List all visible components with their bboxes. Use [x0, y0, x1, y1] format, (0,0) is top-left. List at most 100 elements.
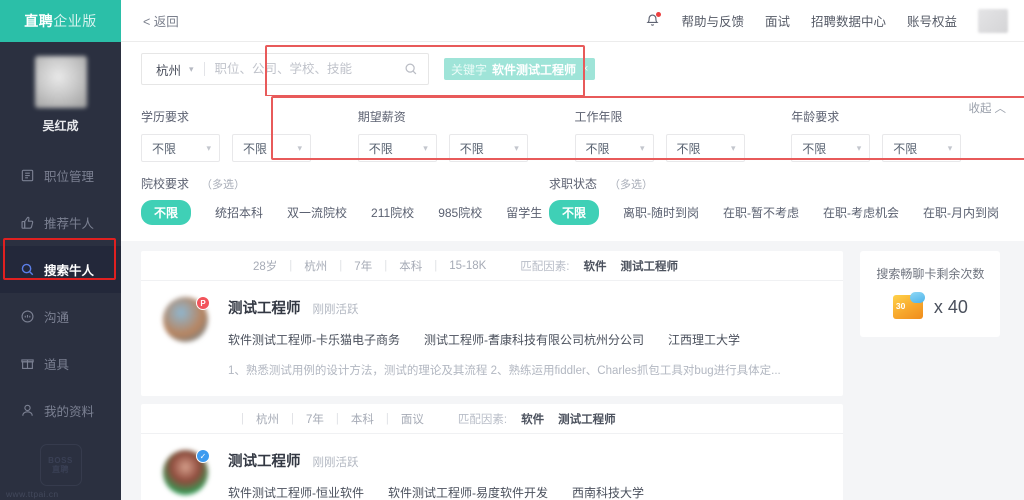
- boss-watermark-logo: BOSS 直聘: [39, 444, 82, 486]
- chip-school-overseas[interactable]: 留学生: [506, 204, 542, 221]
- filter-group-salary: 期望薪资 不限 ▾ 不限 ▾: [357, 108, 575, 162]
- main-region: < 返回 帮助与反馈 面试 招聘数据中心 账号权益 杭州 ▾ 职位、公司、学校、…: [121, 0, 1024, 500]
- sidebar-item-recommend[interactable]: 推荐牛人: [0, 199, 121, 246]
- sidebar-item-label: 推荐牛人: [44, 217, 95, 231]
- filter-select-value: 不限: [152, 141, 177, 156]
- chip-school-regular-bachelor[interactable]: 统招本科: [215, 204, 263, 221]
- app-root: 直聘 企业版 吴红成 职位管理 推荐牛人 搜索牛人 沟通 道具 我的资料 BOS…: [0, 0, 1024, 500]
- filter-select-age-max[interactable]: 不限 ▾: [882, 134, 962, 162]
- bell-icon[interactable]: [645, 12, 662, 28]
- candidate-meta-row: | 杭州 | 7年 | 本科 | 面议 匹配因素: 软件 测试工程师: [141, 404, 844, 434]
- candidate-school: 西南科技大学: [572, 486, 645, 500]
- sidebar-item-job-management[interactable]: 职位管理: [0, 152, 121, 199]
- thumbs-up-icon: [20, 215, 35, 230]
- meta-salary: 面议: [400, 413, 424, 426]
- match-factor-tag: 软件: [583, 260, 607, 273]
- chat-card-icon: 30: [892, 292, 925, 319]
- sidebar-item-chat[interactable]: 沟通: [0, 293, 121, 340]
- chat-icon: [20, 309, 35, 324]
- filter-select-salary-max[interactable]: 不限 ▾: [448, 134, 528, 162]
- magnifier-icon[interactable]: [404, 62, 418, 76]
- meta-experience: 7年: [354, 260, 373, 273]
- chip-status-employed-not-considering[interactable]: 在职-暂不考虑: [723, 204, 799, 221]
- candidate-avatar[interactable]: P: [163, 296, 210, 342]
- tag-group-subtitle: （多选）: [609, 179, 654, 191]
- sidebar-item-label: 道具: [44, 358, 70, 372]
- header-actions: 帮助与反馈 面试 招聘数据中心 账号权益: [645, 8, 1008, 33]
- chip-school-double-first-class[interactable]: 双一流院校: [287, 204, 347, 221]
- sidebar-item-search-talent[interactable]: 搜索牛人: [0, 246, 121, 293]
- meta-city: 杭州: [304, 260, 328, 273]
- profile-block: 吴红成: [0, 42, 121, 134]
- avatar[interactable]: [34, 56, 87, 108]
- chip-status-employed-open[interactable]: 在职-考虑机会: [823, 204, 899, 221]
- search-icon: [20, 262, 35, 277]
- filter-select-experience-min[interactable]: 不限 ▾: [574, 134, 654, 162]
- chevron-down-icon: ▾: [297, 142, 302, 153]
- filter-select-salary-min[interactable]: 不限 ▾: [357, 134, 437, 162]
- header-avatar[interactable]: [978, 8, 1008, 33]
- candidate-card[interactable]: 28岁 | 杭州 | 7年 | 本科 | 15-18K 匹配因素: 软件 测试工…: [141, 251, 844, 396]
- candidate-experience-2: 软件测试工程师-易度软件开发: [388, 486, 548, 500]
- app-logo[interactable]: 直聘 企业版: [0, 0, 121, 42]
- sidebar-item-props[interactable]: 道具: [0, 340, 121, 387]
- candidate-name[interactable]: 测试工程师: [228, 450, 301, 471]
- chevron-down-icon: ▾: [514, 142, 519, 153]
- filter-select-education-max[interactable]: 不限 ▾: [232, 134, 311, 162]
- chevron-down-icon: ▾: [423, 142, 428, 153]
- tag-group-title: 院校要求: [141, 177, 190, 191]
- filter-label: 期望薪资: [357, 110, 406, 124]
- briefcase-icon: [20, 168, 35, 183]
- match-factor-tag: 测试工程师: [620, 260, 679, 273]
- chip-school-985[interactable]: 985院校: [438, 204, 482, 221]
- close-icon[interactable]: ×: [582, 63, 588, 75]
- sidebar-item-my-profile[interactable]: 我的资料: [0, 387, 121, 434]
- chevron-up-icon: ︿: [994, 103, 1007, 115]
- chat-card-balance-widget: 搜索畅聊卡剩余次数 30 x 40: [860, 251, 1001, 337]
- keyword-tag-label: 关键字: [451, 62, 488, 77]
- header-link-account-benefits[interactable]: 账号权益: [907, 11, 957, 30]
- search-box[interactable]: 杭州 ▾: [141, 53, 429, 85]
- filter-select-experience-max[interactable]: 不限 ▾: [665, 134, 745, 162]
- logo-main-text: 直聘: [24, 13, 54, 29]
- filter-group-age: 年龄要求 不限 ▾ 不限 ▾: [791, 108, 1008, 162]
- candidate-card[interactable]: | 杭州 | 7年 | 本科 | 面议 匹配因素: 软件 测试工程师 ✓ 测试工…: [141, 404, 844, 500]
- meta-salary: 15-18K: [449, 259, 487, 272]
- sidebar-item-label: 沟通: [44, 311, 70, 325]
- back-button[interactable]: < 返回: [143, 11, 179, 30]
- search-input[interactable]: [214, 62, 404, 76]
- chip-school-any[interactable]: 不限: [141, 200, 192, 225]
- chip-status-any[interactable]: 不限: [549, 200, 600, 225]
- candidate-meta-row: 28岁 | 杭州 | 7年 | 本科 | 15-18K 匹配因素: 软件 测试工…: [141, 251, 844, 281]
- keyword-tag-value: 软件测试工程师: [492, 62, 577, 77]
- card-icon-cloud: [909, 292, 925, 303]
- candidate-avatar[interactable]: ✓: [163, 449, 210, 495]
- sidebar: 直聘 企业版 吴红成 职位管理 推荐牛人 搜索牛人 沟通 道具 我的资料 BOS…: [0, 0, 121, 500]
- sidebar-item-label: 职位管理: [44, 170, 95, 184]
- filter-group-experience: 工作年限 不限 ▾ 不限 ▾: [574, 108, 792, 162]
- match-factor-tag: 软件: [521, 413, 545, 426]
- chip-status-unemployed-immediate[interactable]: 离职-随时到岗: [623, 204, 699, 221]
- header-link-interview[interactable]: 面试: [765, 11, 790, 30]
- candidate-name[interactable]: 测试工程师: [228, 297, 301, 318]
- city-selector[interactable]: 杭州: [156, 60, 181, 79]
- header-link-data-center[interactable]: 招聘数据中心: [811, 11, 886, 30]
- chip-status-employed-within-month[interactable]: 在职-月内到岗: [923, 204, 999, 221]
- keyword-filter-tag[interactable]: 关键字 软件测试工程师 ×: [444, 58, 596, 80]
- filter-group-education: 学历要求 不限 ▾ 不限 ▾: [141, 108, 358, 162]
- sidebar-item-label: 搜索牛人: [44, 264, 95, 278]
- chevron-down-icon: ▾: [947, 142, 953, 153]
- candidate-active-status: 刚刚活跃: [312, 304, 359, 316]
- user-icon: [20, 403, 35, 418]
- filter-select-education-min[interactable]: 不限 ▾: [141, 134, 220, 162]
- gift-icon: [20, 356, 35, 371]
- watermark-logo-line2: 直聘: [52, 465, 69, 474]
- chip-school-211[interactable]: 211院校: [371, 204, 414, 221]
- filter-select-age-min[interactable]: 不限 ▾: [791, 134, 871, 162]
- collapse-filters-button[interactable]: 收起 ︿: [969, 100, 1007, 116]
- filter-label: 工作年限: [574, 110, 623, 124]
- watermark-logo-line1: BOSS: [48, 455, 73, 465]
- match-factor-tag: 测试工程师: [558, 413, 616, 426]
- header-link-help[interactable]: 帮助与反馈: [681, 11, 744, 30]
- chevron-down-icon[interactable]: ▾: [189, 64, 194, 75]
